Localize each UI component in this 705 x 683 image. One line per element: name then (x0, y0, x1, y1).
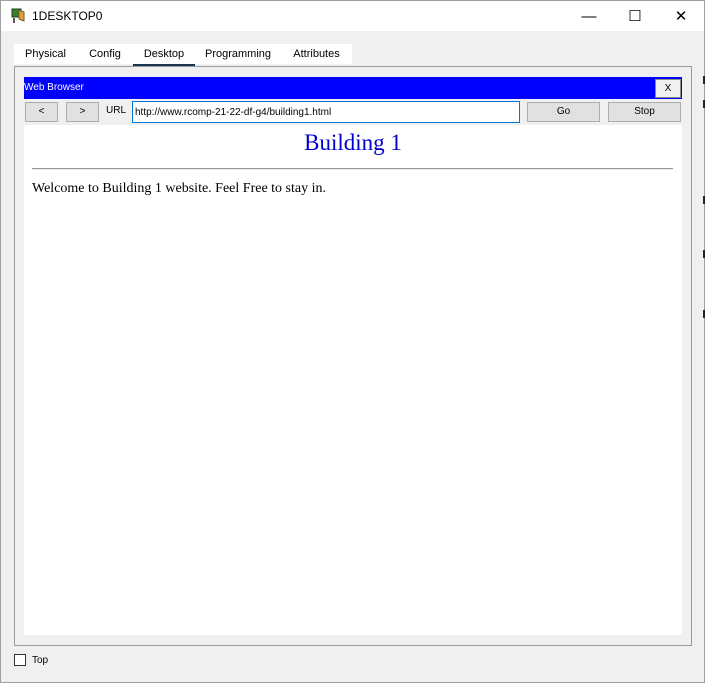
forward-button[interactable]: > (66, 102, 99, 122)
tab-desktop[interactable]: Desktop (133, 44, 195, 68)
page-body-text: Welcome to Building 1 website. Feel Free… (32, 181, 326, 196)
page-heading: Building 1 (304, 130, 402, 155)
maximize-icon: ☐ (628, 8, 642, 25)
url-input[interactable] (132, 101, 520, 123)
go-button[interactable]: Go (527, 102, 600, 122)
browser-viewport: Building 1 Welcome to Building 1 website… (24, 125, 682, 635)
app-window: 1DESKTOP0 — ☐ ✕ Physical Config Desktop … (0, 0, 705, 683)
back-button[interactable]: < (25, 102, 58, 122)
tab-config[interactable]: Config (77, 44, 133, 64)
horizontal-rule (32, 168, 673, 170)
desktop-pc-icon (10, 8, 26, 24)
browser-close-button[interactable]: X (655, 79, 681, 98)
tab-programming[interactable]: Programming (195, 44, 281, 64)
window-titlebar: 1DESKTOP0 — ☐ ✕ (1, 1, 704, 31)
close-window-button[interactable]: ✕ (658, 1, 704, 31)
tab-physical[interactable]: Physical (14, 44, 77, 64)
browser-navbar: < > URL Go Stop (24, 99, 682, 125)
browser-title: Web Browser (24, 82, 84, 93)
minimize-icon: — (581, 7, 597, 25)
stop-button[interactable]: Stop (608, 102, 681, 122)
browser-titlebar: Web Browser X (24, 77, 682, 99)
web-browser: Web Browser X < > URL Go Stop Building 1… (24, 77, 682, 635)
url-label: URL (106, 105, 127, 116)
window-title: 1DESKTOP0 (32, 9, 103, 23)
tab-attributes[interactable]: Attributes (281, 44, 352, 64)
top-checkbox-label: Top (32, 655, 49, 666)
desktop-panel: Web Browser X < > URL Go Stop Building 1… (14, 66, 692, 646)
close-icon: ✕ (674, 8, 688, 25)
top-checkbox[interactable] (14, 654, 26, 666)
minimize-button[interactable]: — (566, 1, 612, 31)
maximize-button[interactable]: ☐ (612, 1, 658, 31)
